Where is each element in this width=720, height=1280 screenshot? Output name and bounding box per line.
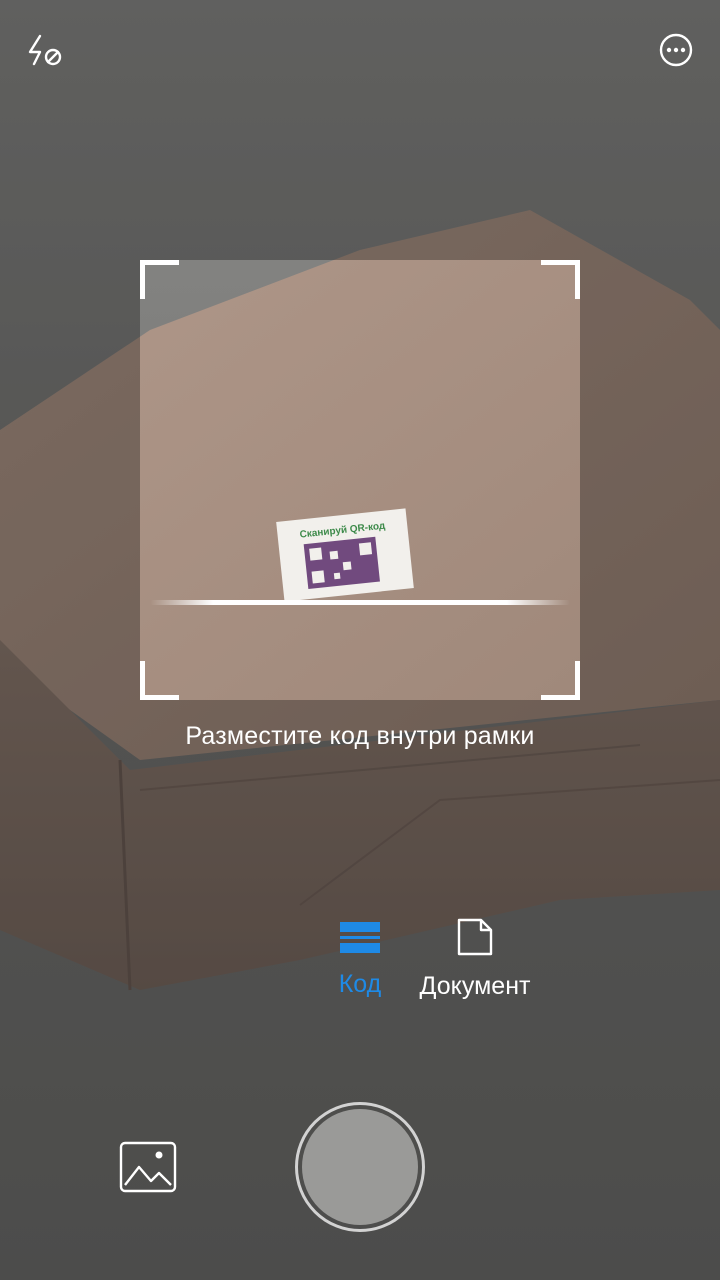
overlay-right	[580, 260, 720, 700]
scan-frame	[140, 260, 580, 700]
more-options-button[interactable]	[652, 26, 700, 74]
frame-corner-top-right	[541, 260, 580, 299]
flash-toggle-button[interactable]	[22, 26, 70, 74]
gallery-image-icon	[119, 1141, 177, 1193]
frame-corner-top-left	[140, 260, 179, 299]
frame-corner-bottom-left	[140, 661, 179, 700]
document-icon	[457, 918, 493, 956]
frame-corner-bottom-right	[541, 661, 580, 700]
mode-document-tab[interactable]: Документ	[410, 918, 540, 1002]
shutter-button[interactable]	[295, 1102, 425, 1232]
shutter-icon	[302, 1109, 418, 1225]
flash-off-icon	[28, 34, 62, 66]
more-options-icon	[659, 33, 693, 67]
scan-line	[150, 600, 570, 605]
scan-hint-text: Разместите код внутри рамки	[185, 722, 535, 750]
mode-code-tab[interactable]: Код	[320, 918, 400, 1000]
overlay-left	[0, 260, 140, 700]
gallery-button[interactable]	[116, 1138, 180, 1196]
mode-code-label: Код	[338, 970, 382, 998]
mode-document-label: Документ	[419, 972, 531, 1000]
overlay-top	[0, 0, 720, 260]
barcode-scan-icon	[340, 922, 380, 953]
